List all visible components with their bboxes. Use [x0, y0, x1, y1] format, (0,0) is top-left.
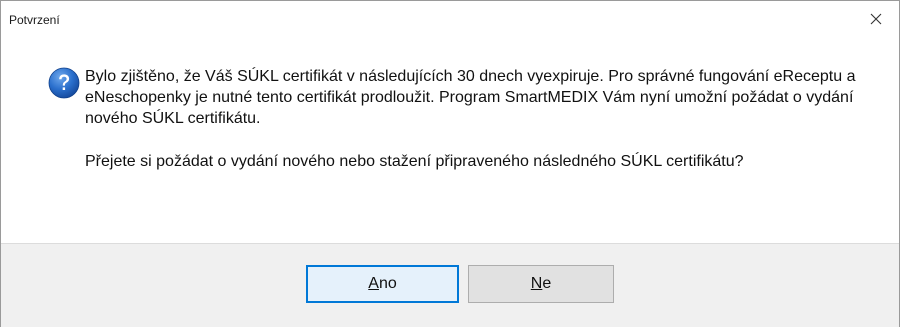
no-button-accelerator: N — [530, 275, 543, 292]
title-bar[interactable]: Potvrzení — [1, 1, 899, 37]
close-button[interactable] — [853, 1, 899, 37]
question-icon — [48, 67, 80, 99]
message-paragraph-2: Přejete si požádat o vydání nového nebo … — [85, 153, 744, 170]
yes-button-label: no — [378, 275, 397, 292]
button-bar: Ano Ne — [1, 243, 899, 327]
yes-button-accelerator: A — [368, 275, 379, 292]
yes-button[interactable]: Ano — [306, 265, 459, 303]
dialog-content: Bylo zjištěno, že Váš SÚKL certifikát v … — [1, 37, 899, 243]
window-title: Potvrzení — [9, 13, 60, 27]
close-icon — [870, 13, 882, 25]
message-paragraph-1: Bylo zjištěno, že Váš SÚKL certifikát v … — [85, 68, 856, 127]
confirmation-dialog: Potvrzení Bylo zjištěno, že Váš SÚKL cer… — [0, 0, 900, 327]
message-text: Bylo zjištěno, že Váš SÚKL certifikát v … — [85, 66, 875, 172]
no-button[interactable]: Ne — [468, 265, 614, 303]
no-button-label: e — [542, 275, 552, 292]
